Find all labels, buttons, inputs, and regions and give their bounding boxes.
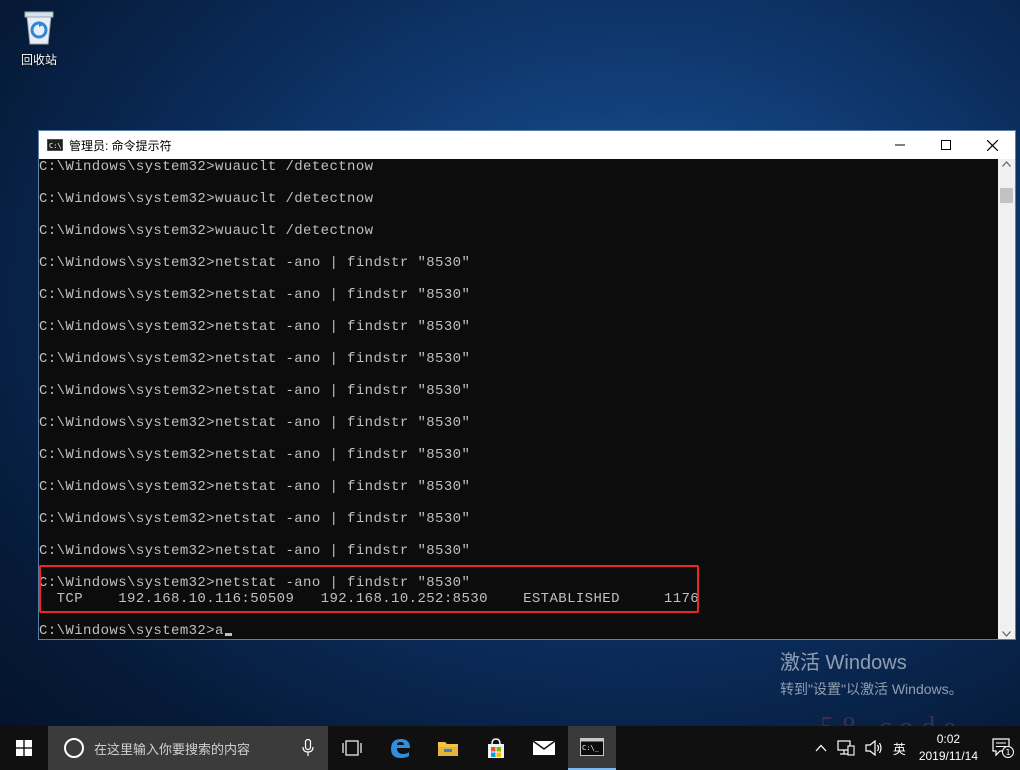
vertical-scrollbar[interactable] <box>998 159 1015 639</box>
scroll-up-icon[interactable] <box>1002 161 1011 167</box>
search-placeholder: 在这里输入你要搜索的内容 <box>94 741 251 757</box>
text-cursor <box>224 633 232 636</box>
network-button[interactable] <box>832 740 860 756</box>
minimize-button[interactable] <box>877 131 923 159</box>
maximize-button[interactable] <box>923 131 969 159</box>
search-circle-icon <box>64 738 84 758</box>
cmd-window[interactable]: C:\ 管理员: 命令提示符 C:\Windows\system32>wuauc… <box>38 130 1016 640</box>
start-button[interactable] <box>0 726 48 770</box>
console-line: C:\Windows\system32>wuauclt /detectnow <box>39 223 374 239</box>
taskbar-edge[interactable] <box>376 726 424 770</box>
console-line: C:\Windows\system32>netstat -ano | finds… <box>39 479 471 495</box>
scrollbar-thumb[interactable] <box>1000 188 1013 203</box>
microphone-icon <box>302 739 314 756</box>
taskbar: 在这里输入你要搜索的内容 C:\_ 英 0:02 2019/11/14 1 <box>0 726 1020 770</box>
taskbar-store[interactable] <box>472 726 520 770</box>
task-view-button[interactable] <box>328 726 376 770</box>
svg-text:C:\: C:\ <box>49 142 62 150</box>
taskbar-file-explorer[interactable] <box>424 726 472 770</box>
highlight-box <box>39 565 699 613</box>
recycle-bin-label: 回收站 <box>20 53 57 67</box>
system-tray: 英 0:02 2019/11/14 1 <box>810 726 1020 770</box>
console-line: C:\Windows\system32>netstat -ano | finds… <box>39 415 471 431</box>
microphone-button[interactable] <box>288 739 328 757</box>
clock-time: 0:02 <box>936 732 961 746</box>
console-line: C:\Windows\system32>netstat -ano | finds… <box>39 383 471 399</box>
console-output[interactable]: C:\Windows\system32>wuauclt /detectnow C… <box>39 159 999 639</box>
activation-subtitle: 转到"设置"以激活 Windows。 <box>780 681 963 697</box>
prompt-text: C:\Windows\system32>a <box>39 623 224 639</box>
scroll-down-icon[interactable] <box>1002 631 1011 637</box>
activation-title: 激活 Windows <box>780 652 907 674</box>
speaker-icon <box>865 740 882 756</box>
taskbar-search-box[interactable]: 在这里输入你要搜索的内容 <box>48 726 328 770</box>
cmd-icon: C:\_ <box>580 738 604 756</box>
chevron-up-icon <box>815 744 827 752</box>
file-explorer-icon <box>438 742 458 756</box>
close-icon <box>986 139 998 151</box>
clock[interactable]: 0:02 2019/11/14 <box>911 731 986 765</box>
mail-icon <box>532 740 556 755</box>
window-title: 管理员: 命令提示符 <box>69 138 172 153</box>
console-line: C:\Windows\system32>netstat -ano | finds… <box>39 543 471 559</box>
taskbar-cmd[interactable]: C:\_ <box>568 726 616 770</box>
action-center-button[interactable]: 1 <box>986 738 1020 758</box>
console-line: C:\Windows\system32>wuauclt /detectnow <box>39 159 374 175</box>
svg-text:C:\_: C:\_ <box>582 744 600 752</box>
title-bar[interactable]: C:\ 管理员: 命令提示符 <box>39 131 1015 159</box>
notification-icon: 1 <box>992 738 1014 758</box>
cmd-app-icon: C:\ <box>47 139 63 151</box>
taskbar-mail[interactable] <box>520 726 568 770</box>
console-line: C:\Windows\system32>netstat -ano | finds… <box>39 447 471 463</box>
volume-button[interactable] <box>860 740 888 756</box>
edge-icon <box>391 739 410 758</box>
console-line: C:\Windows\system32>netstat -ano | finds… <box>39 351 471 367</box>
maximize-icon <box>941 140 951 150</box>
console-line: C:\Windows\system32>netstat -ano | finds… <box>39 287 471 303</box>
console-line: C:\Windows\system32>netstat -ano | finds… <box>39 255 471 271</box>
minimize-icon <box>895 144 905 146</box>
recycle-bin[interactable]: 回收站 <box>12 6 66 76</box>
start-icon <box>16 740 32 756</box>
recycle-bin-icon <box>24 11 54 45</box>
ime-indicator[interactable]: 英 <box>888 739 911 758</box>
close-button[interactable] <box>969 131 1015 159</box>
prompt-line[interactable]: C:\Windows\system32>a <box>39 623 232 639</box>
store-icon <box>488 738 504 758</box>
console-line: C:\Windows\system32>netstat -ano | finds… <box>39 319 471 335</box>
notification-count: 1 <box>1005 748 1010 757</box>
show-hidden-icons-button[interactable] <box>810 744 832 752</box>
task-view-icon <box>342 740 362 756</box>
console-line: C:\Windows\system32>wuauclt /detectnow <box>39 191 374 207</box>
console-line: C:\Windows\system32>netstat -ano | finds… <box>39 511 471 527</box>
network-icon <box>837 740 855 756</box>
activation-watermark: 激活 Windows 转到"设置"以激活 Windows。 <box>780 646 963 699</box>
clock-date: 2019/11/14 <box>918 749 978 763</box>
